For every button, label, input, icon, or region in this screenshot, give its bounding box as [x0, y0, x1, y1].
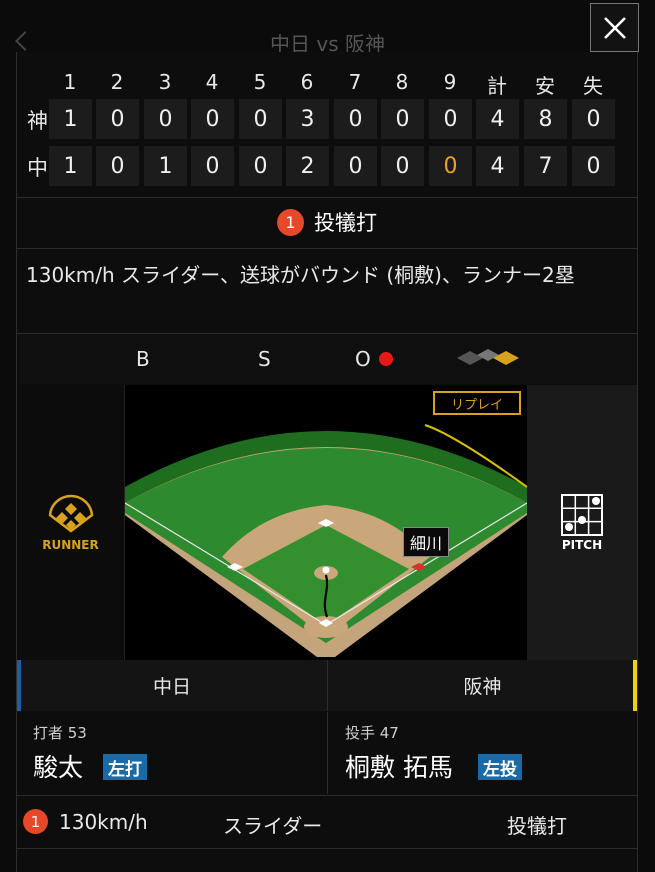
score-cell: 0 [96, 99, 139, 139]
score-cell: 0 [191, 146, 234, 186]
score-cell: 0 [144, 99, 187, 139]
tab-home-team[interactable]: 中日 [17, 660, 327, 711]
count-row: B S O [17, 334, 637, 384]
batter-role: 打者 53 [33, 724, 87, 742]
pitch-number-badge: 1 [23, 809, 48, 834]
scoreboard: 123456789計安失 神100003000480中101002000470 [17, 52, 637, 197]
runner-label: RUNNER [42, 538, 99, 552]
inning-header: 失 [583, 74, 603, 98]
score-cell: 0 [334, 99, 377, 139]
runner-diamond-icon [48, 494, 94, 533]
out-count-label: O [355, 347, 371, 371]
out-indicator-dot [379, 352, 393, 366]
batter-name: 駿太 [33, 753, 84, 782]
pitcher-card[interactable]: 投手 47 桐敷 拓馬 左投 [328, 712, 637, 794]
score-cell: 0 [429, 146, 472, 186]
play-description: 130km/h スライダー、送球がバウンド (桐敷)、ランナー2塁 [26, 263, 575, 287]
divider [17, 795, 637, 796]
score-cell: 0 [381, 146, 424, 186]
play-number-badge: 1 [277, 208, 304, 236]
pitch-type: スライダー [223, 814, 323, 838]
score-cell: 2 [286, 146, 329, 186]
score-cell: 0 [239, 99, 282, 139]
score-cell: 1 [49, 146, 92, 186]
tab-away-team[interactable]: 阪神 [328, 660, 637, 711]
score-cell: 0 [429, 99, 472, 139]
pitcher-name: 桐敷 拓馬 [345, 753, 453, 782]
divider [17, 848, 637, 849]
score-cell: 0 [96, 146, 139, 186]
bases-indicator-icon [457, 349, 519, 365]
scoreboard-team-label: 神 [27, 109, 48, 133]
score-cell: 3 [286, 99, 329, 139]
score-cell: 1 [144, 146, 187, 186]
pitch-speed: 130km/h [59, 810, 148, 834]
inning-header: 5 [253, 70, 267, 94]
pitch-result: 投犠打 [507, 814, 567, 838]
inning-header: 9 [443, 70, 457, 94]
score-cell: 8 [524, 99, 567, 139]
baseball-field [125, 424, 527, 657]
scoreboard-team-label: 中 [27, 156, 48, 180]
divider [17, 248, 637, 249]
score-cell: 0 [191, 99, 234, 139]
score-cell: 4 [476, 99, 519, 139]
close-icon [603, 16, 626, 39]
batter-hand-badge: 左打 [103, 754, 147, 780]
strike-count-label: S [258, 347, 271, 371]
score-cell: 0 [572, 99, 615, 139]
play-detail-panel: 123456789計安失 神100003000480中101002000470 … [16, 52, 638, 872]
inning-header: 7 [348, 70, 362, 94]
pitch-label: PITCH [561, 538, 603, 552]
inning-header: 計 [487, 74, 507, 98]
inning-header: 4 [205, 70, 219, 94]
ball-count-label: B [136, 347, 150, 371]
pitcher-hand-badge: 左投 [478, 754, 522, 780]
score-cell: 4 [476, 146, 519, 186]
score-cell: 0 [572, 146, 615, 186]
batter-card[interactable]: 打者 53 駿太 左打 [17, 712, 327, 794]
team-tabs: 中日 阪神 [17, 660, 637, 711]
inning-header: 3 [158, 70, 172, 94]
score-cell: 0 [239, 146, 282, 186]
inning-header: 安 [535, 74, 555, 98]
pitch-list-row[interactable]: 1 130km/h スライダー 投犠打 [17, 797, 637, 849]
pitcher-role: 投手 47 [345, 724, 399, 742]
replay-button[interactable]: リプレイ [433, 391, 521, 415]
inning-header: 1 [63, 70, 77, 94]
runner-toggle[interactable]: RUNNER [17, 385, 125, 660]
score-cell: 7 [524, 146, 567, 186]
runner-name-tag: 細川 [403, 527, 450, 557]
field-area: RUNNER リプレイ 細川 PITCH [17, 385, 637, 660]
play-title: 1 投犠打 [17, 197, 637, 247]
inning-header: 6 [300, 70, 314, 94]
score-cell: 0 [334, 146, 377, 186]
score-cell: 1 [49, 99, 92, 139]
pitch-toggle[interactable]: PITCH [527, 385, 637, 660]
score-cell: 0 [381, 99, 424, 139]
pitch-grid-icon [561, 494, 603, 536]
inning-header: 8 [395, 70, 409, 94]
inning-header: 2 [110, 70, 124, 94]
close-button[interactable] [590, 3, 639, 52]
play-result: 投犠打 [314, 211, 377, 235]
away-team-color-bar [633, 660, 637, 711]
